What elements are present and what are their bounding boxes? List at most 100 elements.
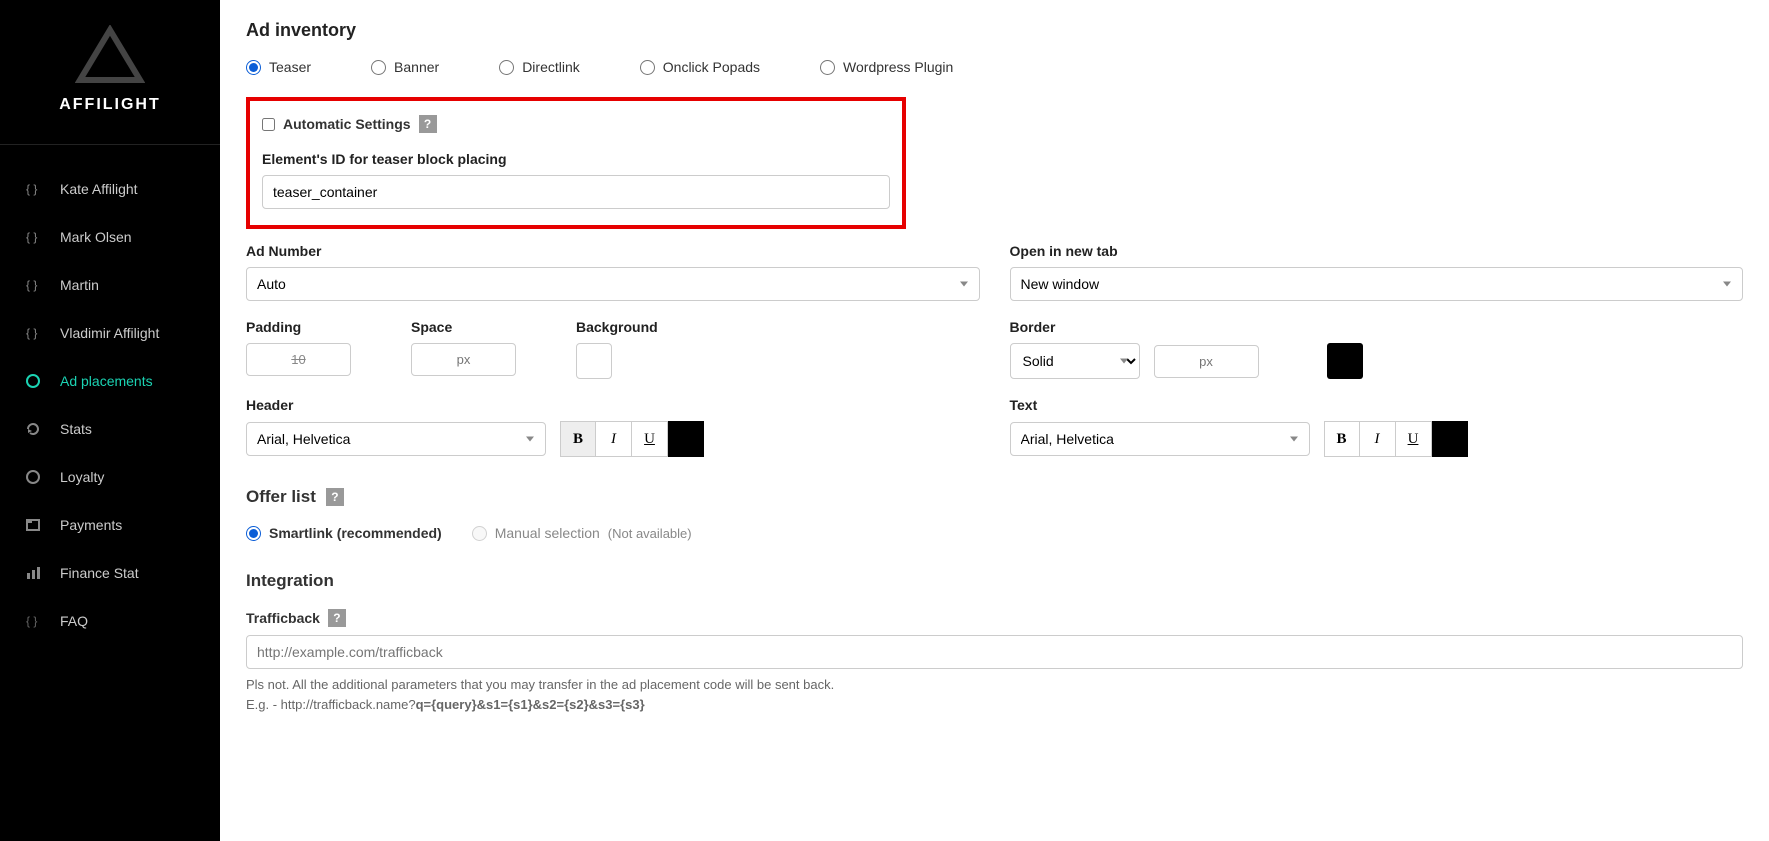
svg-text:{ }: { } [26, 614, 37, 628]
radio-smartlink-label: Smartlink (recommended) [269, 525, 442, 541]
radio-banner[interactable]: Banner [371, 59, 439, 75]
sidebar-item-label: Loyalty [60, 469, 104, 485]
radio-teaser-label: Teaser [269, 59, 311, 75]
text-italic-button[interactable]: I [1360, 421, 1396, 457]
sidebar-item-label: Mark Olsen [60, 229, 132, 245]
sidebar-item-loyalty[interactable]: Loyalty [0, 453, 220, 501]
radio-smartlink[interactable]: Smartlink (recommended) [246, 525, 442, 541]
text-color-swatch[interactable] [1432, 421, 1468, 457]
radio-banner-input[interactable] [371, 60, 386, 75]
ad-number-label: Ad Number [246, 243, 980, 259]
main-content: Ad inventory Teaser Banner Directlink On… [220, 0, 1769, 841]
trafficback-label: Trafficback [246, 610, 320, 626]
trafficback-note: Pls not. All the additional parameters t… [246, 675, 1743, 714]
space-input[interactable] [411, 343, 516, 376]
text-bold-button[interactable]: B [1324, 421, 1360, 457]
padding-label: Padding [246, 319, 351, 335]
radio-wordpress-plugin[interactable]: Wordpress Plugin [820, 59, 953, 75]
sidebar-item-martin[interactable]: { } Martin [0, 261, 220, 309]
svg-text:{ }: { } [26, 278, 37, 292]
integration-heading: Integration [246, 571, 1743, 591]
element-id-input[interactable] [262, 175, 890, 209]
open-tab-label: Open in new tab [1010, 243, 1744, 259]
radio-smartlink-input[interactable] [246, 526, 261, 541]
offer-list-heading: Offer list ? [246, 487, 1743, 507]
braces-icon: { } [24, 180, 42, 198]
radio-onclick-popads-label: Onclick Popads [663, 59, 760, 75]
radio-directlink-input[interactable] [499, 60, 514, 75]
radio-wordpress-plugin-label: Wordpress Plugin [843, 59, 953, 75]
help-icon[interactable]: ? [326, 488, 344, 506]
open-tab-select[interactable]: New window [1010, 267, 1744, 301]
header-font-select[interactable]: Arial, Helvetica [246, 422, 546, 456]
refresh-icon [24, 420, 42, 438]
radio-manual[interactable]: Manual selection (Not available) [472, 525, 692, 541]
radio-directlink-label: Directlink [522, 59, 580, 75]
radio-wordpress-plugin-input[interactable] [820, 60, 835, 75]
header-italic-button[interactable]: I [596, 421, 632, 457]
radio-onclick-popads[interactable]: Onclick Popads [640, 59, 760, 75]
space-label: Space [411, 319, 516, 335]
logo-text: AFFILIGHT [0, 96, 220, 114]
sidebar-nav: { } Kate Affilight { } Mark Olsen { } Ma… [0, 145, 220, 645]
sidebar-item-mark[interactable]: { } Mark Olsen [0, 213, 220, 261]
sidebar-item-ad-placements[interactable]: Ad placements [0, 357, 220, 405]
chart-icon [24, 564, 42, 582]
sidebar-item-label: Ad placements [60, 373, 153, 389]
header-color-swatch[interactable] [668, 421, 704, 457]
ad-inventory-heading: Ad inventory [246, 20, 1743, 41]
sidebar-item-label: Kate Affilight [60, 181, 138, 197]
sidebar-item-label: Vladimir Affilight [60, 325, 159, 341]
logo: AFFILIGHT [0, 0, 220, 145]
border-width-input[interactable] [1154, 345, 1259, 378]
sidebar-item-label: Finance Stat [60, 565, 139, 581]
background-color-swatch[interactable] [576, 343, 612, 379]
background-label: Background [576, 319, 658, 335]
sidebar: AFFILIGHT { } Kate Affilight { } Mark Ol… [0, 0, 220, 841]
svg-text:{ }: { } [26, 182, 37, 196]
radio-manual-input [472, 526, 487, 541]
sidebar-item-stats[interactable]: Stats [0, 405, 220, 453]
header-label: Header [246, 397, 980, 413]
radio-directlink[interactable]: Directlink [499, 59, 580, 75]
element-id-label: Element's ID for teaser block placing [262, 151, 890, 167]
help-icon[interactable]: ? [328, 609, 346, 627]
sidebar-item-kate[interactable]: { } Kate Affilight [0, 165, 220, 213]
sidebar-item-payments[interactable]: Payments [0, 501, 220, 549]
border-label: Border [1010, 319, 1744, 335]
sidebar-item-finance-stat[interactable]: Finance Stat [0, 549, 220, 597]
ad-type-radios: Teaser Banner Directlink Onclick Popads … [246, 59, 1743, 75]
braces-icon: { } [24, 228, 42, 246]
svg-text:{ }: { } [26, 230, 37, 244]
braces-dotted-icon: { } [24, 612, 42, 630]
sidebar-item-faq[interactable]: { } FAQ [0, 597, 220, 645]
highlighted-settings-box: Automatic Settings ? Element's ID for te… [246, 97, 906, 229]
border-color-swatch[interactable] [1327, 343, 1363, 379]
border-style-select[interactable]: Solid [1010, 343, 1140, 379]
circle-active-icon [24, 372, 42, 390]
header-bold-button[interactable]: B [560, 421, 596, 457]
not-available-text: (Not available) [608, 526, 692, 541]
radio-onclick-popads-input[interactable] [640, 60, 655, 75]
trafficback-input[interactable] [246, 635, 1743, 669]
help-icon[interactable]: ? [419, 115, 437, 133]
svg-text:{ }: { } [26, 326, 37, 340]
sidebar-item-label: Stats [60, 421, 92, 437]
radio-teaser[interactable]: Teaser [246, 59, 311, 75]
logo-triangle-icon [75, 25, 145, 85]
padding-input[interactable] [246, 343, 351, 376]
sidebar-item-label: FAQ [60, 613, 88, 629]
radio-manual-label: Manual selection [495, 525, 600, 541]
ad-number-select[interactable]: Auto [246, 267, 980, 301]
automatic-settings-label: Automatic Settings [283, 116, 411, 132]
automatic-settings-checkbox[interactable] [262, 118, 275, 131]
text-font-select[interactable]: Arial, Helvetica [1010, 422, 1310, 456]
radio-banner-label: Banner [394, 59, 439, 75]
braces-icon: { } [24, 276, 42, 294]
text-label: Text [1010, 397, 1744, 413]
text-underline-button[interactable]: U [1396, 421, 1432, 457]
header-underline-button[interactable]: U [632, 421, 668, 457]
radio-teaser-input[interactable] [246, 60, 261, 75]
sidebar-item-label: Payments [60, 517, 122, 533]
sidebar-item-vladimir[interactable]: { } Vladimir Affilight [0, 309, 220, 357]
